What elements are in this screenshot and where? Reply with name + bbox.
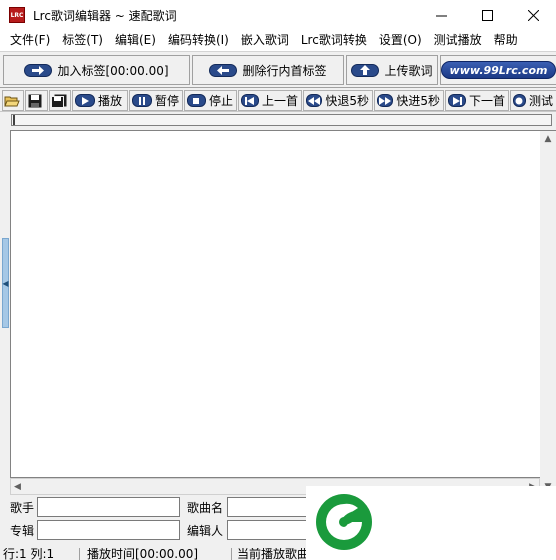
fast-forward-button[interactable]: 快进5秒 xyxy=(374,90,444,111)
rewind-label: 快退5秒 xyxy=(325,94,369,108)
singer-label: 歌手 xyxy=(10,501,35,515)
next-track-label: 下一首 xyxy=(468,94,505,108)
watermark-overlay xyxy=(306,486,556,560)
pause-icon xyxy=(132,94,152,107)
minimize-button[interactable] xyxy=(418,0,464,30)
open-button[interactable] xyxy=(2,90,24,111)
delete-tag-button[interactable]: 删除行内首标签 xyxy=(192,55,344,85)
window-title: Lrc歌词编辑器 ~ 速配歌词 xyxy=(33,8,177,23)
rewind-icon xyxy=(306,94,323,107)
play-button[interactable]: 播放 xyxy=(72,90,128,111)
cursor-position: 行:1 列:1 xyxy=(0,548,80,560)
song-label: 歌曲名 xyxy=(187,501,224,515)
maximize-icon xyxy=(481,9,493,21)
next-track-icon xyxy=(448,94,466,107)
fast-forward-label: 快进5秒 xyxy=(396,94,440,108)
menu-settings[interactable]: 设置(O) xyxy=(373,30,428,51)
folder-open-icon xyxy=(3,92,21,110)
stop-button[interactable]: 停止 xyxy=(184,90,237,111)
current-song: 当前播放歌曲 xyxy=(234,548,314,560)
close-icon xyxy=(527,9,539,21)
play-icon xyxy=(75,94,95,107)
album-label: 专辑 xyxy=(10,524,35,538)
rewind-button[interactable]: 快退5秒 xyxy=(303,90,373,111)
arrow-left-icon xyxy=(209,63,238,77)
player-toolbar: 播放 暂停 停止 上一首 快退5秒 快进5秒 下一首 测试 xyxy=(0,89,556,112)
arrow-right-icon xyxy=(24,63,53,77)
save-as-icon xyxy=(50,92,68,110)
menu-edit[interactable]: 编辑(E) xyxy=(109,30,162,51)
progress-track[interactable] xyxy=(11,114,552,126)
splitter-handle[interactable]: ◀ xyxy=(2,238,9,328)
arrow-up-icon xyxy=(351,63,380,77)
prev-track-icon xyxy=(241,94,259,107)
site-link-button[interactable]: www.99Lrc.com xyxy=(440,55,556,85)
editor-name-label: 编辑人 xyxy=(187,524,224,538)
lyrics-editor[interactable] xyxy=(10,130,556,478)
scroll-left-icon[interactable]: ◀ xyxy=(14,482,21,492)
close-button[interactable] xyxy=(510,0,556,30)
pause-button[interactable]: 暂停 xyxy=(129,90,183,111)
vertical-scrollbar[interactable]: ▲ ▼ xyxy=(540,131,556,495)
add-tag-label: 加入标签[00:00.00] xyxy=(57,63,169,78)
save-button[interactable] xyxy=(25,90,48,111)
delete-tag-label: 删除行内首标签 xyxy=(242,63,327,78)
site-logo: www.99Lrc.com xyxy=(440,61,556,79)
title-bar: LRC Lrc歌词编辑器 ~ 速配歌词 xyxy=(0,0,556,30)
app-icon: LRC xyxy=(9,7,25,23)
prev-track-label: 上一首 xyxy=(261,94,298,108)
prev-track-button[interactable]: 上一首 xyxy=(238,90,302,111)
pause-label: 暂停 xyxy=(154,94,179,108)
maximize-button[interactable] xyxy=(464,0,510,30)
play-label: 播放 xyxy=(98,94,123,108)
menu-encoding[interactable]: 编码转换(I) xyxy=(162,30,235,51)
editor-name-input[interactable] xyxy=(227,520,307,540)
minimize-icon xyxy=(435,15,447,16)
play-time: 播放时间[00:00.00] xyxy=(84,548,232,560)
add-tag-button[interactable]: 加入标签[00:00.00] xyxy=(3,55,190,85)
test-button[interactable]: 测试 xyxy=(510,90,556,111)
chevron-left-icon: ◀ xyxy=(2,278,9,288)
progress-thumb[interactable] xyxy=(13,115,15,125)
menu-test-play[interactable]: 测试播放 xyxy=(428,30,488,51)
scroll-up-icon[interactable]: ▲ xyxy=(545,134,552,144)
leaf-logo-icon xyxy=(316,494,372,550)
save-as-button[interactable] xyxy=(49,90,71,111)
menu-help[interactable]: 帮助 xyxy=(488,30,524,51)
menu-lrc-convert[interactable]: Lrc歌词转换 xyxy=(295,30,373,51)
song-input[interactable] xyxy=(227,497,307,517)
save-icon xyxy=(26,92,44,110)
stop-label: 停止 xyxy=(208,94,233,108)
next-track-button[interactable]: 下一首 xyxy=(445,90,509,111)
upload-lyrics-label: 上传歌词 xyxy=(384,63,433,78)
test-label: 测试 xyxy=(528,94,553,108)
fast-forward-icon xyxy=(377,94,394,107)
upload-lyrics-button[interactable]: 上传歌词 xyxy=(346,55,438,85)
singer-input[interactable] xyxy=(37,497,180,517)
main-toolbar: 加入标签[00:00.00] 删除行内首标签 上传歌词 www.99Lrc.co… xyxy=(0,51,556,88)
album-input[interactable] xyxy=(37,520,180,540)
record-icon xyxy=(513,94,526,107)
stop-icon xyxy=(187,94,206,107)
menu-file[interactable]: 文件(F) xyxy=(0,30,56,51)
menu-embed[interactable]: 嵌入歌词 xyxy=(235,30,295,51)
menu-tag[interactable]: 标签(T) xyxy=(56,30,109,51)
menu-bar: 文件(F) 标签(T) 编辑(E) 编码转换(I) 嵌入歌词 Lrc歌词转换 设… xyxy=(0,30,556,51)
